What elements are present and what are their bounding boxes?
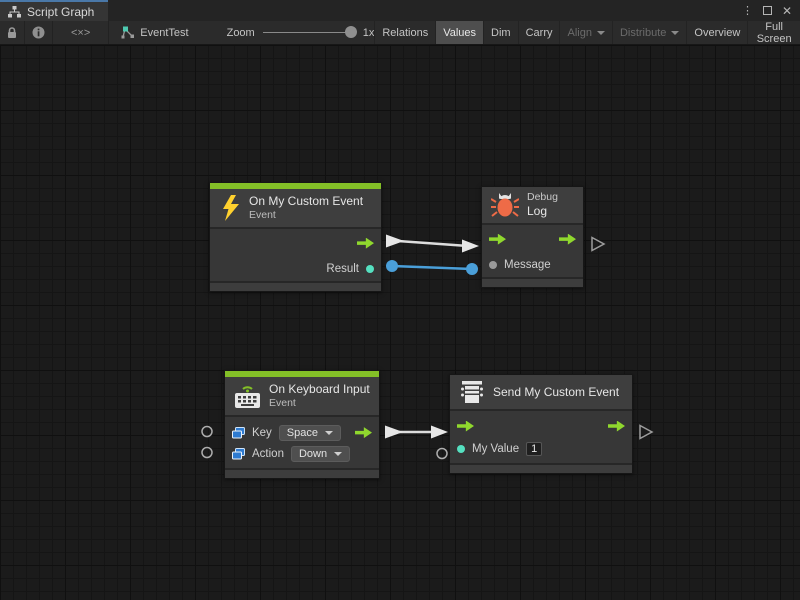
- distribute-label: Distribute: [620, 27, 666, 39]
- script-graph-window: Script Graph ⋮ ✕ <×>: [0, 0, 800, 600]
- zoom-label: Zoom: [227, 27, 255, 39]
- graph-name: EventTest: [140, 27, 188, 39]
- chevron-down-icon: [597, 31, 605, 35]
- value-wire-result-to-message[interactable]: [386, 260, 478, 275]
- relations-button[interactable]: Relations: [374, 21, 435, 44]
- zoom-slider[interactable]: [263, 32, 355, 33]
- align-label: Align: [567, 27, 591, 39]
- graph-chip-icon: [121, 26, 135, 39]
- zoom-slider-knob[interactable]: [345, 26, 357, 38]
- carry-button[interactable]: Carry: [518, 21, 560, 44]
- tab-script-graph[interactable]: Script Graph: [0, 0, 108, 21]
- unconnected-input-cap-key[interactable]: [202, 427, 212, 437]
- control-wire-keyboard-to-send[interactable]: [385, 426, 448, 439]
- info-icon: [32, 26, 45, 39]
- lock-icon: [7, 27, 17, 39]
- unconnected-output-cap-debug[interactable]: [592, 238, 604, 251]
- connection-layer: [0, 45, 800, 600]
- align-dropdown[interactable]: Align: [559, 21, 611, 44]
- code-icon: <×>: [71, 27, 90, 39]
- control-wire-custom-to-debug[interactable]: [386, 235, 479, 253]
- maximize-icon[interactable]: [763, 6, 772, 15]
- window-menu-icon[interactable]: ⋮: [742, 4, 753, 17]
- hierarchy-icon: [8, 6, 21, 18]
- info-button[interactable]: [25, 21, 53, 44]
- toolbar-right-group: Relations Values Dim Carry Align Distrib…: [374, 21, 800, 44]
- zoom-value: 1x: [363, 27, 375, 39]
- tabbar-spacer: [108, 0, 742, 21]
- distribute-dropdown[interactable]: Distribute: [612, 21, 686, 44]
- unconnected-output-cap-send[interactable]: [640, 426, 652, 439]
- close-icon[interactable]: ✕: [782, 4, 792, 18]
- overview-button[interactable]: Overview: [686, 21, 747, 44]
- fullscreen-button[interactable]: Full Screen: [747, 21, 800, 44]
- graph-breadcrumb[interactable]: EventTest: [109, 21, 198, 44]
- lock-button[interactable]: [0, 21, 25, 44]
- tab-bar: Script Graph ⋮ ✕: [0, 0, 800, 21]
- code-view-button[interactable]: <×>: [53, 21, 109, 44]
- chevron-down-icon: [671, 31, 679, 35]
- unconnected-input-cap-my-value[interactable]: [437, 449, 447, 459]
- graph-toolbar: <×> EventTest Zoom 1x Relations Values D…: [0, 21, 800, 45]
- unconnected-input-cap-action[interactable]: [202, 448, 212, 458]
- window-controls: ⋮ ✕: [742, 0, 800, 21]
- values-button[interactable]: Values: [435, 21, 483, 44]
- zoom-control: Zoom 1x: [227, 21, 375, 44]
- graph-canvas[interactable]: On My Custom Event Event Result: [0, 45, 800, 600]
- dim-button[interactable]: Dim: [483, 21, 518, 44]
- tab-title: Script Graph: [27, 5, 94, 19]
